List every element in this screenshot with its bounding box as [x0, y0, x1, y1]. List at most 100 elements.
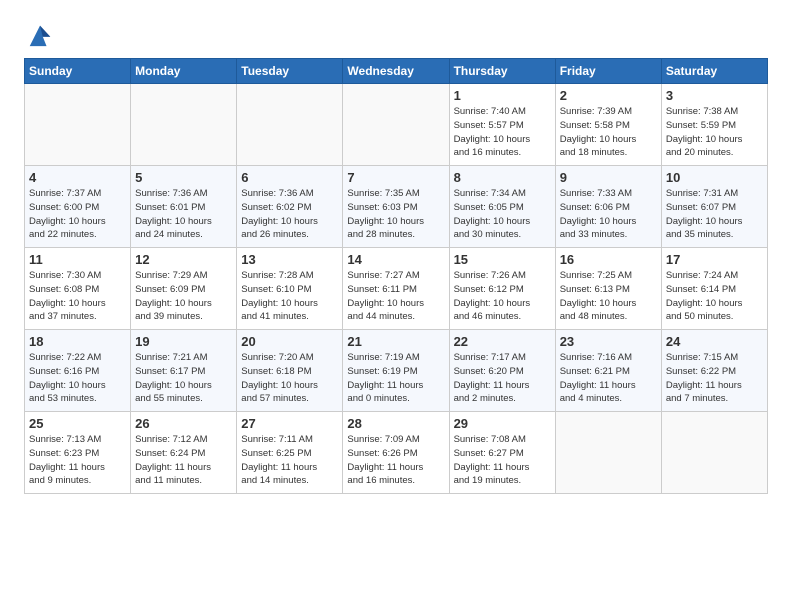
day-info: Sunrise: 7:31 AMSunset: 6:07 PMDaylight:… — [666, 187, 763, 242]
day-cell — [661, 412, 767, 494]
day-cell: 15Sunrise: 7:26 AMSunset: 6:12 PMDayligh… — [449, 248, 555, 330]
day-number: 10 — [666, 170, 763, 185]
day-number: 25 — [29, 416, 126, 431]
day-info: Sunrise: 7:30 AMSunset: 6:08 PMDaylight:… — [29, 269, 126, 324]
logo-icon — [26, 20, 54, 48]
day-number: 11 — [29, 252, 126, 267]
day-cell: 21 Sunrise: 7:19 AMSunset: 6:19 PMDayligh… — [343, 330, 449, 412]
day-info: Sunrise: 7:34 AMSunset: 6:05 PMDaylight:… — [454, 187, 551, 242]
day-info: Sunrise: 7:21 AMSunset: 6:17 PMDaylight:… — [135, 351, 232, 406]
week-row-0: 1 Sunrise: 7:40 AMSunset: 5:57 PMDaylight… — [25, 84, 768, 166]
day-number: 23 — [560, 334, 657, 349]
col-header-wednesday: Wednesday — [343, 59, 449, 84]
day-info: Sunrise: 7:16 AMSunset: 6:21 PMDaylight:… — [560, 351, 657, 406]
day-info: Sunrise: 7:17 AMSunset: 6:20 PMDaylight:… — [454, 351, 551, 406]
day-number: 2 — [560, 88, 657, 103]
day-info: Sunrise: 7:12 AMSunset: 6:24 PMDaylight:… — [135, 433, 232, 488]
day-info: Sunrise: 7:22 AMSunset: 6:16 PMDaylight:… — [29, 351, 126, 406]
day-cell — [237, 84, 343, 166]
day-cell: 18Sunrise: 7:22 AMSunset: 6:16 PMDayligh… — [25, 330, 131, 412]
day-cell: 23 Sunrise: 7:16 AMSunset: 6:21 PMDayligh… — [555, 330, 661, 412]
day-info: Sunrise: 7:29 AMSunset: 6:09 PMDaylight:… — [135, 269, 232, 324]
day-cell: 8 Sunrise: 7:34 AMSunset: 6:05 PMDaylight… — [449, 166, 555, 248]
day-number: 1 — [454, 88, 551, 103]
col-header-thursday: Thursday — [449, 59, 555, 84]
day-number: 4 — [29, 170, 126, 185]
day-cell — [131, 84, 237, 166]
day-cell: 10 Sunrise: 7:31 AMSunset: 6:07 PMDayligh… — [661, 166, 767, 248]
week-row-4: 25 Sunrise: 7:13 AMSunset: 6:23 PMDayligh… — [25, 412, 768, 494]
day-info: Sunrise: 7:24 AMSunset: 6:14 PMDaylight:… — [666, 269, 763, 324]
day-cell: 26Sunrise: 7:12 AMSunset: 6:24 PMDayligh… — [131, 412, 237, 494]
day-cell: 25 Sunrise: 7:13 AMSunset: 6:23 PMDayligh… — [25, 412, 131, 494]
col-header-saturday: Saturday — [661, 59, 767, 84]
day-info: Sunrise: 7:25 AMSunset: 6:13 PMDaylight:… — [560, 269, 657, 324]
day-cell: 16 Sunrise: 7:25 AMSunset: 6:13 PMDayligh… — [555, 248, 661, 330]
day-cell: 4 Sunrise: 7:37 AMSunset: 6:00 PMDaylight… — [25, 166, 131, 248]
day-cell: 29 Sunrise: 7:08 AMSunset: 6:27 PMDayligh… — [449, 412, 555, 494]
day-number: 8 — [454, 170, 551, 185]
day-cell: 7 Sunrise: 7:35 AMSunset: 6:03 PMDaylight… — [343, 166, 449, 248]
day-cell: 2 Sunrise: 7:39 AMSunset: 5:58 PMDaylight… — [555, 84, 661, 166]
col-header-friday: Friday — [555, 59, 661, 84]
day-number: 28 — [347, 416, 444, 431]
header — [24, 20, 768, 48]
day-number: 14 — [347, 252, 444, 267]
day-number: 29 — [454, 416, 551, 431]
day-number: 13 — [241, 252, 338, 267]
day-info: Sunrise: 7:26 AMSunset: 6:12 PMDaylight:… — [454, 269, 551, 324]
col-header-sunday: Sunday — [25, 59, 131, 84]
day-cell: 3 Sunrise: 7:38 AMSunset: 5:59 PMDaylight… — [661, 84, 767, 166]
day-info: Sunrise: 7:15 AMSunset: 6:22 PMDaylight:… — [666, 351, 763, 406]
day-number: 3 — [666, 88, 763, 103]
day-info: Sunrise: 7:39 AMSunset: 5:58 PMDaylight:… — [560, 105, 657, 160]
day-cell: 24 Sunrise: 7:15 AMSunset: 6:22 PMDayligh… — [661, 330, 767, 412]
header-row: SundayMondayTuesdayWednesdayThursdayFrid… — [25, 59, 768, 84]
day-number: 17 — [666, 252, 763, 267]
day-number: 20 — [241, 334, 338, 349]
day-info: Sunrise: 7:27 AMSunset: 6:11 PMDaylight:… — [347, 269, 444, 324]
day-cell: 13 Sunrise: 7:28 AMSunset: 6:10 PMDayligh… — [237, 248, 343, 330]
day-number: 16 — [560, 252, 657, 267]
day-cell — [343, 84, 449, 166]
day-cell: 27 Sunrise: 7:11 AMSunset: 6:25 PMDayligh… — [237, 412, 343, 494]
week-row-3: 18Sunrise: 7:22 AMSunset: 6:16 PMDayligh… — [25, 330, 768, 412]
calendar-table: SundayMondayTuesdayWednesdayThursdayFrid… — [24, 58, 768, 494]
day-info: Sunrise: 7:36 AMSunset: 6:02 PMDaylight:… — [241, 187, 338, 242]
day-info: Sunrise: 7:28 AMSunset: 6:10 PMDaylight:… — [241, 269, 338, 324]
day-number: 24 — [666, 334, 763, 349]
week-row-2: 11 Sunrise: 7:30 AMSunset: 6:08 PMDayligh… — [25, 248, 768, 330]
day-cell: 9 Sunrise: 7:33 AMSunset: 6:06 PMDaylight… — [555, 166, 661, 248]
day-number: 7 — [347, 170, 444, 185]
day-info: Sunrise: 7:35 AMSunset: 6:03 PMDaylight:… — [347, 187, 444, 242]
day-number: 22 — [454, 334, 551, 349]
day-number: 5 — [135, 170, 232, 185]
day-info: Sunrise: 7:08 AMSunset: 6:27 PMDaylight:… — [454, 433, 551, 488]
day-cell: 19Sunrise: 7:21 AMSunset: 6:17 PMDayligh… — [131, 330, 237, 412]
day-cell — [555, 412, 661, 494]
day-info: Sunrise: 7:33 AMSunset: 6:06 PMDaylight:… — [560, 187, 657, 242]
day-info: Sunrise: 7:37 AMSunset: 6:00 PMDaylight:… — [29, 187, 126, 242]
day-info: Sunrise: 7:19 AMSunset: 6:19 PMDaylight:… — [347, 351, 444, 406]
day-cell: 28Sunrise: 7:09 AMSunset: 6:26 PMDayligh… — [343, 412, 449, 494]
day-number: 9 — [560, 170, 657, 185]
day-cell: 12 Sunrise: 7:29 AMSunset: 6:09 PMDayligh… — [131, 248, 237, 330]
day-info: Sunrise: 7:38 AMSunset: 5:59 PMDaylight:… — [666, 105, 763, 160]
day-cell: 22 Sunrise: 7:17 AMSunset: 6:20 PMDayligh… — [449, 330, 555, 412]
day-number: 12 — [135, 252, 232, 267]
col-header-monday: Monday — [131, 59, 237, 84]
day-info: Sunrise: 7:13 AMSunset: 6:23 PMDaylight:… — [29, 433, 126, 488]
day-number: 21 — [347, 334, 444, 349]
day-number: 6 — [241, 170, 338, 185]
day-cell: 1 Sunrise: 7:40 AMSunset: 5:57 PMDaylight… — [449, 84, 555, 166]
day-number: 27 — [241, 416, 338, 431]
col-header-tuesday: Tuesday — [237, 59, 343, 84]
day-cell: 14 Sunrise: 7:27 AMSunset: 6:11 PMDayligh… — [343, 248, 449, 330]
page: SundayMondayTuesdayWednesdayThursdayFrid… — [0, 0, 792, 510]
day-info: Sunrise: 7:40 AMSunset: 5:57 PMDaylight:… — [454, 105, 551, 160]
week-row-1: 4 Sunrise: 7:37 AMSunset: 6:00 PMDaylight… — [25, 166, 768, 248]
day-cell: 17 Sunrise: 7:24 AMSunset: 6:14 PMDayligh… — [661, 248, 767, 330]
day-cell: 6 Sunrise: 7:36 AMSunset: 6:02 PMDaylight… — [237, 166, 343, 248]
day-cell: 11 Sunrise: 7:30 AMSunset: 6:08 PMDayligh… — [25, 248, 131, 330]
day-info: Sunrise: 7:11 AMSunset: 6:25 PMDaylight:… — [241, 433, 338, 488]
